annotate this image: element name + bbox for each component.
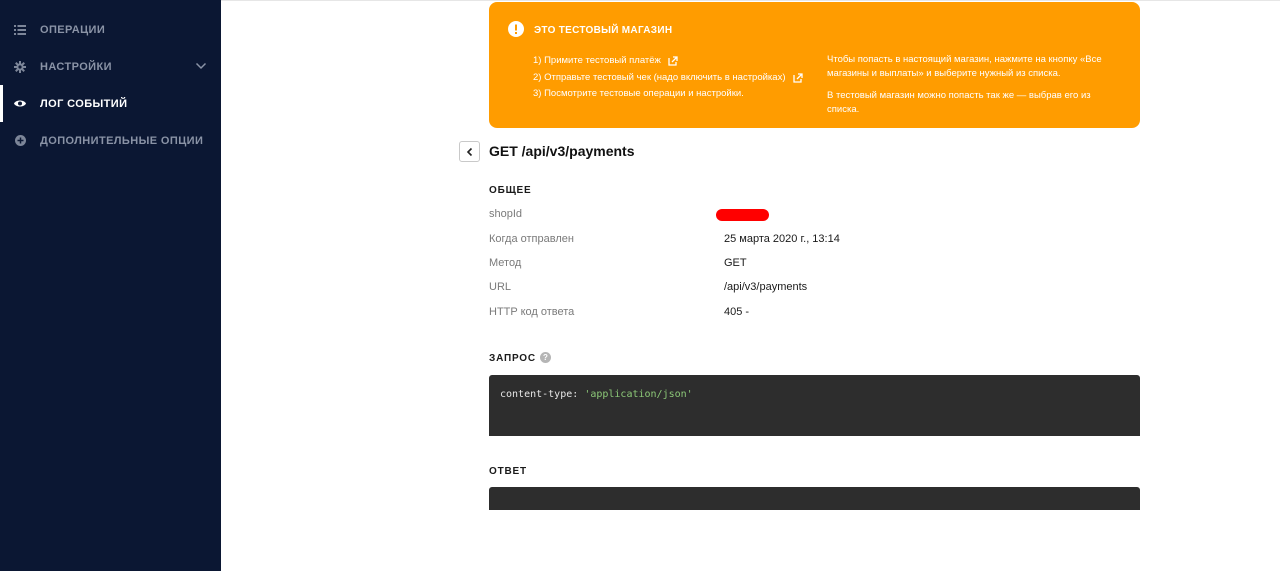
- chevron-down-icon[interactable]: [195, 60, 207, 72]
- test-store-banner: ЭТО ТЕСТОВЫЙ МАГАЗИН 1) Примите тестовый…: [489, 2, 1140, 128]
- section-title-response: ОТВЕТ: [489, 466, 527, 477]
- banner-info-text: Чтобы попасть в настоящий магазин, нажми…: [827, 54, 1102, 79]
- info-label: Метод: [489, 257, 522, 269]
- banner-step[interactable]: 1) Примите тестовый платёж: [533, 53, 803, 70]
- gear-icon: [14, 60, 26, 73]
- info-value: 405 -: [724, 306, 750, 318]
- sidebar: ОПЕРАЦИИ НАСТРОЙКИ ЛОГ СОБЫТИЙ ДОПОЛНИТЕ…: [0, 0, 221, 571]
- warning-icon: [508, 21, 524, 37]
- sidebar-item-label: ЛОГ СОБЫТИЙ: [40, 97, 128, 110]
- banner-step-text[interactable]: 2) Отправьте тестовый чек (надо включить…: [533, 70, 786, 87]
- banner-step[interactable]: 2) Отправьте тестовый чек (надо включить…: [533, 70, 803, 87]
- banner-step[interactable]: 3) Посмотрите тестовые операции и настро…: [533, 86, 803, 103]
- banner-step-text[interactable]: 1) Примите тестовый платёж: [533, 53, 661, 70]
- list-icon: [14, 24, 26, 36]
- sidebar-item-event-log[interactable]: ЛОГ СОБЫТИЙ: [0, 85, 221, 122]
- banner-info-text: В тестовый магазин можно попасть так же …: [827, 90, 1091, 115]
- page-title: GET /api/v3/payments: [489, 143, 635, 159]
- info-row-method: Метод GET: [489, 257, 1140, 273]
- chevron-left-icon: [466, 147, 472, 156]
- info-value: GET: [724, 257, 747, 269]
- sidebar-item-label: ОПЕРАЦИИ: [40, 23, 106, 36]
- sidebar-item-label: НАСТРОЙКИ: [40, 60, 112, 73]
- plus-circle-icon: [14, 135, 26, 147]
- banner-info: Чтобы попасть в настоящий магазин, нажми…: [827, 53, 1117, 116]
- info-row-http-code: HTTP код ответа 405 -: [489, 306, 1140, 322]
- section-title-request: ЗАПРОС: [489, 353, 536, 364]
- sidebar-item-additional-options[interactable]: ДОПОЛНИТЕЛЬНЫЕ ОПЦИИ: [0, 122, 221, 159]
- request-code-block: content-type: 'application/json': [489, 375, 1140, 436]
- help-icon[interactable]: ?: [540, 352, 551, 363]
- external-link-icon[interactable]: [792, 73, 803, 83]
- info-label: HTTP код ответа: [489, 306, 575, 318]
- redacted-value: [716, 209, 769, 221]
- section-title-general: ОБЩЕЕ: [489, 185, 532, 196]
- info-label: Когда отправлен: [489, 233, 574, 245]
- info-value: /api/v3/payments: [724, 281, 808, 293]
- info-label: shopId: [489, 208, 523, 220]
- info-row-sent-time: Когда отправлен 25 марта 2020 г., 13:14: [489, 233, 1140, 249]
- code-key: content-type:: [500, 389, 579, 400]
- info-value: 25 марта 2020 г., 13:14: [724, 233, 840, 245]
- code-string: 'application/json': [584, 389, 693, 400]
- sidebar-item-operations[interactable]: ОПЕРАЦИИ: [0, 11, 221, 48]
- sidebar-item-settings[interactable]: НАСТРОЙКИ: [0, 48, 221, 85]
- info-row-shopid: shopId: [489, 208, 1140, 224]
- info-label: URL: [489, 281, 512, 293]
- response-code-block: [489, 487, 1140, 510]
- info-row-url: URL /api/v3/payments: [489, 281, 1140, 297]
- external-link-icon[interactable]: [668, 56, 678, 66]
- top-divider: [221, 0, 1280, 1]
- eye-icon: [14, 98, 26, 110]
- sidebar-item-label: ДОПОЛНИТЕЛЬНЫЕ ОПЦИИ: [40, 134, 204, 147]
- banner-title: ЭТО ТЕСТОВЫЙ МАГАЗИН: [534, 25, 673, 36]
- back-button[interactable]: [459, 141, 480, 162]
- banner-steps: 1) Примите тестовый платёж 2) Отправьте …: [533, 53, 803, 103]
- banner-step-text[interactable]: 3) Посмотрите тестовые операции и настро…: [533, 86, 744, 103]
